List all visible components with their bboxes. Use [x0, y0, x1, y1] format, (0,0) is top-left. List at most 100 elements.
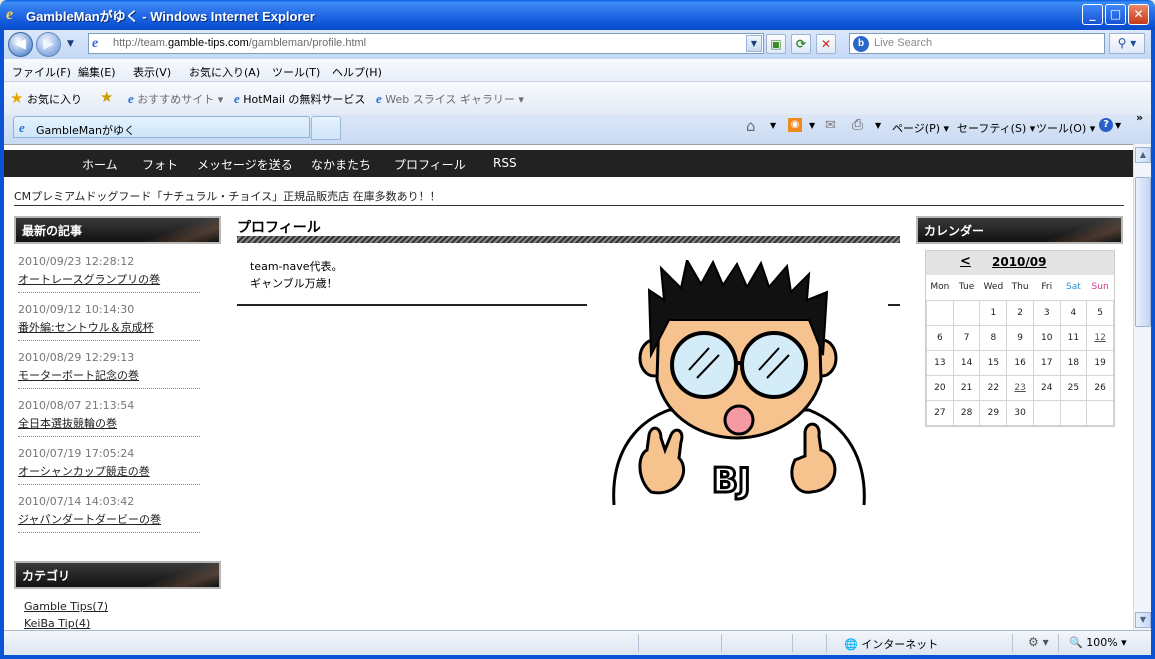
- menu-file[interactable]: ファイル(F): [12, 64, 71, 80]
- calendar-day: 16: [1006, 349, 1034, 376]
- page-menu[interactable]: ページ(P) ▾: [892, 120, 949, 136]
- vertical-scrollbar[interactable]: ▲ ▼: [1133, 144, 1151, 630]
- chevron-more-icon[interactable]: »: [1136, 111, 1143, 124]
- feeds-dropdown-icon[interactable]: ▼: [809, 121, 815, 130]
- status-divider: [1012, 634, 1013, 652]
- menu-view[interactable]: 表示(V): [133, 64, 171, 80]
- post-link[interactable]: ジャパンダートダービーの巻: [18, 511, 200, 527]
- nav-photo[interactable]: フォト: [142, 156, 178, 173]
- bio-divider-end: [888, 304, 900, 306]
- address-dropdown-icon[interactable]: ▼: [746, 35, 762, 52]
- menu-help[interactable]: ヘルプ(H): [332, 64, 382, 80]
- calendar-day: [1032, 399, 1061, 426]
- promo-banner-text[interactable]: CMプレミアムドッグフード「ナチュラル・チョイス」正規品販売店 在庫多数あり！！: [14, 188, 441, 204]
- calendar-day-link[interactable]: 23: [1006, 374, 1034, 401]
- protected-mode-icon[interactable]: ⚙ ▾: [1028, 635, 1049, 649]
- recent-pages-arrow-icon[interactable]: ▼: [67, 39, 74, 49]
- scroll-up-icon[interactable]: ▲: [1135, 147, 1151, 163]
- menu-favorites[interactable]: お気に入り(A): [189, 64, 260, 80]
- bio-divider: [237, 304, 587, 306]
- nav-profile[interactable]: プロフィール: [394, 156, 466, 173]
- menu-edit[interactable]: 編集(E): [78, 64, 116, 80]
- status-divider: [792, 634, 793, 652]
- close-button[interactable]: ✕: [1128, 4, 1149, 25]
- calendar-week: 6 7 8 9 10 11 12: [926, 324, 1114, 351]
- home-dropdown-icon[interactable]: ▼: [770, 121, 776, 130]
- post-link[interactable]: 全日本選抜競輪の巻: [18, 415, 200, 431]
- site-nav: ホーム フォト メッセージを送る なかまたち プロフィール RSS: [4, 150, 1133, 177]
- calendar-day: 26: [1086, 374, 1114, 401]
- menu-tools[interactable]: ツール(T): [272, 64, 320, 80]
- mail-icon[interactable]: ✉: [825, 118, 836, 133]
- calendar-week: 13 14 15 16 17 18 19: [926, 349, 1114, 376]
- address-bar[interactable]: e http://team.gamble-tips.com/gambleman/…: [88, 33, 764, 54]
- add-favorites-icon[interactable]: ★: [100, 88, 113, 106]
- recent-posts-heading: 最新の記事: [14, 216, 221, 244]
- feeds-icon[interactable]: ◉: [788, 118, 802, 132]
- list-item: 2010/08/29 12:29:13 モーターボート記念の巻: [18, 351, 200, 389]
- minimize-button[interactable]: _: [1082, 4, 1103, 25]
- back-button[interactable]: ◀: [8, 32, 33, 57]
- calendar-day: [1086, 399, 1114, 426]
- new-tab-button[interactable]: [311, 116, 341, 140]
- home-icon[interactable]: ⌂: [746, 117, 756, 135]
- ie-page-icon: e: [234, 91, 240, 106]
- print-icon[interactable]: ⎙: [852, 117, 863, 133]
- bio-line-1: team-nave代表。: [250, 260, 343, 273]
- calendar: < 2010/09 Mon Tue Wed Thu Fri Sat Sun 1 …: [925, 250, 1115, 427]
- category-link[interactable]: KeiBa Tip(4): [24, 617, 90, 630]
- address-url[interactable]: http://team.gamble-tips.com/gambleman/pr…: [113, 37, 366, 49]
- help-icon[interactable]: ?: [1099, 118, 1113, 132]
- forward-button[interactable]: ▶: [36, 32, 61, 57]
- post-link[interactable]: モーターボート記念の巻: [18, 367, 200, 383]
- calendar-day: 15: [979, 349, 1008, 376]
- print-dropdown-icon[interactable]: ▼: [875, 121, 881, 130]
- status-divider: [721, 634, 722, 652]
- calendar-prev-link[interactable]: <: [960, 254, 971, 269]
- calendar-week: 27 28 29 30: [926, 399, 1114, 426]
- calendar-day: 2: [1006, 299, 1034, 326]
- fav-suggested-sites[interactable]: e おすすめサイト ▾: [128, 91, 223, 107]
- compatibility-view-icon[interactable]: ▣: [766, 34, 786, 54]
- calendar-day: 13: [926, 349, 954, 376]
- zoom-level[interactable]: 🔍 100% ▾: [1069, 636, 1127, 649]
- maximize-button[interactable]: □: [1105, 4, 1126, 25]
- tools-menu[interactable]: ツール(O) ▾: [1036, 120, 1095, 136]
- search-box[interactable]: b Live Search: [849, 33, 1105, 54]
- calendar-day: 28: [952, 399, 981, 426]
- safety-menu[interactable]: セーフティ(S) ▾: [957, 120, 1035, 136]
- favorites-button[interactable]: ★ お気に入り: [10, 89, 82, 107]
- nav-friends[interactable]: なかまたち: [311, 156, 371, 173]
- calendar-day: 9: [1006, 324, 1034, 351]
- scroll-thumb[interactable]: [1135, 177, 1151, 327]
- status-divider: [1058, 634, 1059, 652]
- nav-rss[interactable]: RSS: [493, 156, 517, 170]
- nav-send-message[interactable]: メッセージを送る: [197, 156, 293, 173]
- calendar-day-link[interactable]: 12: [1086, 324, 1114, 351]
- security-zone[interactable]: 🌐 インターネット: [844, 636, 938, 652]
- nav-home[interactable]: ホーム: [82, 156, 118, 173]
- scroll-down-icon[interactable]: ▼: [1135, 612, 1151, 628]
- post-link[interactable]: 番外編:セントウル＆京成杯: [18, 319, 200, 335]
- status-divider: [826, 634, 827, 652]
- fav-web-slice-gallery[interactable]: e Web スライス ギャラリー ▾: [376, 91, 524, 107]
- calendar-day: 27: [926, 399, 954, 426]
- post-link[interactable]: オーシャンカップ競走の巻: [18, 463, 200, 479]
- avatar-shirt-text: BJ: [712, 461, 751, 501]
- tab-gambleman[interactable]: e GambleManがゆく: [13, 116, 310, 138]
- live-search-icon: b: [853, 36, 869, 52]
- fav-hotmail[interactable]: e HotMail の無料サービス: [234, 91, 365, 107]
- calendar-grid: Mon Tue Wed Thu Fri Sat Sun 1 2 3 4 5 6 …: [926, 275, 1114, 426]
- category-link[interactable]: Gamble Tips(7): [24, 600, 108, 613]
- help-dropdown-icon[interactable]: ▼: [1115, 121, 1121, 130]
- ie-page-icon: e: [376, 91, 382, 106]
- refresh-icon[interactable]: ⟳: [791, 34, 811, 54]
- post-link[interactable]: オートレースグランプリの巻: [18, 271, 200, 287]
- search-button[interactable]: ⚲ ▾: [1109, 33, 1145, 54]
- status-divider: [638, 634, 639, 652]
- address-toolbar: ◀ ▶ ▼ e http://team.gamble-tips.com/gamb…: [4, 30, 1151, 59]
- calendar-day: 7: [952, 324, 981, 351]
- stop-icon[interactable]: ✕: [816, 34, 836, 54]
- list-item: 2010/08/07 21:13:54 全日本選抜競輪の巻: [18, 399, 200, 437]
- calendar-month-link[interactable]: 2010/09: [992, 255, 1046, 269]
